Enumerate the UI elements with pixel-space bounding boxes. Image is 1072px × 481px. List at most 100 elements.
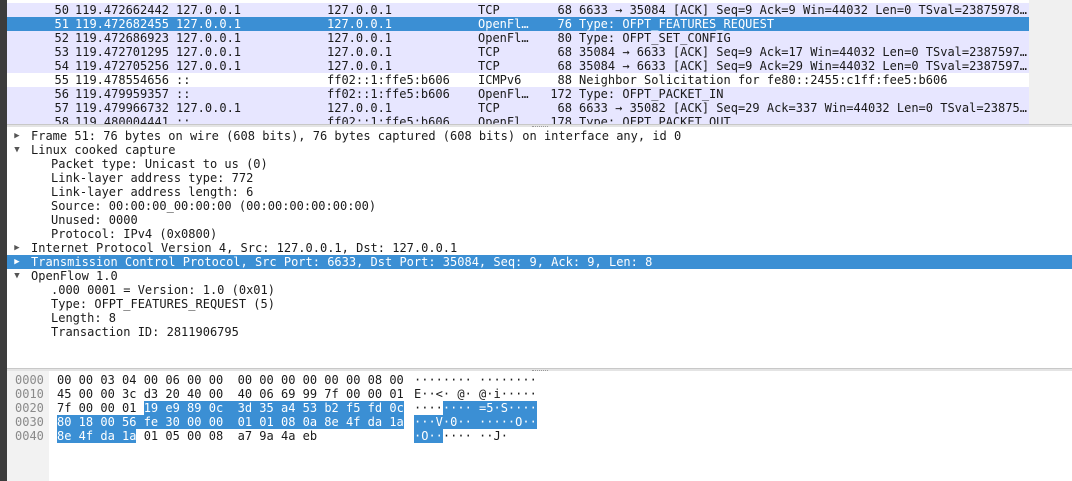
packet-source: ::	[176, 73, 191, 87]
detail-tree-item[interactable]: Transaction ID: 2811906795	[7, 325, 1072, 339]
packet-protocol: OpenFl…	[478, 87, 529, 101]
hex-bytes[interactable]: 45 00 00 3c d3 20 40 00 40 06 69 99 7f 0…	[57, 387, 404, 401]
detail-tree-item[interactable]: ▶ Frame 51: 76 bytes on wire (608 bits), …	[7, 129, 1072, 143]
left-edge-bar	[0, 0, 7, 481]
hex-highlight[interactable]: 8e 4f da 1a	[57, 429, 137, 443]
packet-length: 68	[557, 3, 572, 17]
detail-text: Link-layer address length: 6	[51, 185, 254, 199]
ascii-segment[interactable]: ····	[414, 401, 443, 415]
packet-details-pane[interactable]: ▶ Frame 51: 76 bytes on wire (608 bits), …	[7, 127, 1072, 369]
expanded-arrow-icon[interactable]: ▼	[11, 143, 23, 157]
ascii-segment[interactable]: ···· ··J·	[443, 429, 508, 443]
packet-number: 52	[54, 31, 69, 45]
packet-row[interactable]: 52 119.472686923 127.0.0.1 127.0.0.1 OpenFl……	[7, 31, 1029, 45]
packet-list-scroll-area[interactable]	[1029, 0, 1072, 125]
hex-segment[interactable]: 01 05 00 08 a7 9a 4a eb	[136, 429, 317, 443]
ascii-bytes[interactable]: ········ ········	[414, 373, 537, 387]
packet-protocol: TCP	[478, 45, 500, 59]
packet-info: Type: OFPT_SET_CONFIG	[579, 31, 731, 45]
hex-segment[interactable]: 00 00 03 04 00 06 00 00 00 00 00 00 00 0…	[57, 373, 404, 387]
detail-tree-item[interactable]: Type: OFPT_FEATURES_REQUEST (5)	[7, 297, 1072, 311]
bytes-row[interactable]: 0020 7f 00 00 01 19 e9 89 0c 3d 35 a4 53 …	[7, 401, 1072, 415]
packet-row[interactable]: 53 119.472701295 127.0.0.1 127.0.0.1 TCP 68 35…	[7, 45, 1029, 59]
byte-offset: 0040	[15, 429, 44, 443]
detail-tree-item[interactable]: Link-layer address length: 6	[7, 185, 1072, 199]
packet-number: 50	[54, 3, 69, 17]
packet-row[interactable]: 54 119.472705256 127.0.0.1 127.0.0.1 TCP 68 35…	[7, 59, 1029, 73]
hex-bytes[interactable]: 00 00 03 04 00 06 00 00 00 00 00 00 00 0…	[57, 373, 404, 387]
expanded-arrow-icon[interactable]: ▼	[11, 269, 23, 283]
detail-text: Linux cooked capture	[31, 143, 176, 157]
bytes-row[interactable]: 0000 00 00 03 04 00 06 00 00 00 00 00 00 …	[7, 373, 1072, 387]
packet-number: 56	[54, 87, 69, 101]
packet-time: 119.472705256	[75, 59, 169, 73]
packet-protocol: OpenFl…	[478, 17, 529, 31]
detail-tree-item[interactable]: Protocol: IPv4 (0x0800)	[7, 227, 1072, 241]
detail-tree-item[interactable]: .000 0001 = Version: 1.0 (0x01)	[7, 283, 1072, 297]
detail-tree-item[interactable]: Link-layer address type: 772	[7, 171, 1072, 185]
packet-number: 55	[54, 73, 69, 87]
hex-highlight[interactable]: 80 18 00 56 fe 30 00 00 01 01 08 0a 8e 4…	[57, 415, 404, 429]
packet-bytes-pane[interactable]: 0000 00 00 03 04 00 06 00 00 00 00 00 00 …	[7, 371, 1072, 481]
detail-tree-item[interactable]: ▼ Linux cooked capture	[7, 143, 1072, 157]
packet-row[interactable]: 50 119.472662442 127.0.0.1 127.0.0.1 TCP 68 66…	[7, 3, 1029, 17]
packet-destination: ff02::1:ffe5:b606	[327, 87, 450, 101]
detail-text: Type: OFPT_FEATURES_REQUEST (5)	[51, 297, 275, 311]
hex-highlight[interactable]: 19 e9 89 0c 3d 35 a4 53 b2 f5 fd 0c	[143, 401, 404, 415]
packet-row[interactable]: 51 119.472682455 127.0.0.1 127.0.0.1 OpenFl……	[7, 17, 1029, 31]
bytes-row[interactable]: 0010 45 00 00 3c d3 20 40 00 40 06 69 99 …	[7, 387, 1072, 401]
packet-row[interactable]: 56 119.479959357:: ff02::1:ffe5:b606 OpenFl…	[7, 87, 1029, 101]
packet-number: 53	[54, 45, 69, 59]
detail-text: Source: 00:00:00_00:00:00 (00:00:00:00:0…	[51, 199, 377, 213]
hex-segment[interactable]: 7f 00 00 01	[57, 401, 144, 415]
packet-source: ::	[176, 87, 191, 101]
detail-text: Unused: 0000	[51, 213, 138, 227]
collapsed-arrow-icon[interactable]: ▶	[11, 255, 23, 269]
packet-protocol: TCP	[478, 59, 500, 73]
detail-tree-item[interactable]: Packet type: Unicast to us (0)	[7, 157, 1072, 171]
detail-tree-item[interactable]: ▼ OpenFlow 1.0	[7, 269, 1072, 283]
detail-text: Length: 8	[51, 311, 117, 325]
ascii-segment[interactable]: E··<· @· @·i·····	[414, 387, 537, 401]
detail-tree-item[interactable]: ▶ Transmission Control Protocol, Src Port…	[7, 255, 1072, 269]
hex-bytes[interactable]: 8e 4f da 1a 01 05 00 08 a7 9a 4a eb	[57, 429, 317, 443]
byte-offset: 0020	[15, 401, 44, 415]
collapsed-arrow-icon[interactable]: ▶	[11, 129, 23, 143]
collapsed-arrow-icon[interactable]: ▶	[11, 241, 23, 255]
ascii-segment[interactable]: ········ ········	[414, 373, 537, 387]
detail-tree-item[interactable]: Length: 8	[7, 311, 1072, 325]
bytes-row[interactable]: 0040 8e 4f da 1a 01 05 00 08 a7 9a 4a eb ·…	[7, 429, 1072, 443]
detail-text: Link-layer address type: 772	[51, 171, 254, 185]
packet-length: 88	[557, 73, 572, 87]
packet-info: 6633 → 35084 [ACK] Seq=9 Ack=9 Win=44032…	[579, 3, 1027, 17]
ascii-bytes[interactable]: ·O······ ··J·	[414, 429, 508, 443]
ascii-highlight[interactable]: ···V·0·· ·····O··	[414, 415, 537, 429]
ascii-bytes[interactable]: ········ =5·S····	[414, 401, 537, 415]
hex-bytes[interactable]: 7f 00 00 01 19 e9 89 0c 3d 35 a4 53 b2 f…	[57, 401, 404, 415]
ascii-highlight[interactable]: ···· =5·S····	[442, 401, 537, 415]
hex-segment[interactable]: 45 00 00 3c d3 20 40 00 40 06 69 99 7f 0…	[57, 387, 404, 401]
detail-tree-item[interactable]: Unused: 0000	[7, 213, 1072, 227]
hex-bytes[interactable]: 80 18 00 56 fe 30 00 00 01 01 08 0a 8e 4…	[57, 415, 404, 429]
ascii-bytes[interactable]: ···V·0·· ·····O··	[414, 415, 537, 429]
bytes-row[interactable]: 0030 80 18 00 56 fe 30 00 00 01 01 08 0a …	[7, 415, 1072, 429]
packet-list-pane[interactable]: 50 119.472662442 127.0.0.1 127.0.0.1 TCP 68 66…	[7, 0, 1072, 125]
packet-length: 68	[557, 101, 572, 115]
packet-source: 127.0.0.1	[176, 101, 242, 115]
packet-row[interactable]: 57 119.479966732 127.0.0.1 127.0.0.1 TCP 68 66…	[7, 101, 1029, 115]
ascii-highlight[interactable]: ·O··	[414, 429, 443, 443]
packet-source: 127.0.0.1	[176, 59, 242, 73]
packet-number: 57	[54, 101, 69, 115]
ascii-bytes[interactable]: E··<· @· @·i·····	[414, 387, 537, 401]
packet-row[interactable]: 55 119.478554656:: ff02::1:ffe5:b606 ICMPv6…	[7, 73, 1029, 87]
packet-time: 119.472701295	[75, 45, 169, 59]
detail-tree-item[interactable]: Source: 00:00:00_00:00:00 (00:00:00:00:0…	[7, 199, 1072, 213]
packet-destination: 127.0.0.1	[327, 45, 393, 59]
detail-text: Packet type: Unicast to us (0)	[51, 157, 268, 171]
detail-text: Transaction ID: 2811906795	[51, 325, 239, 339]
packet-source: 127.0.0.1	[176, 31, 242, 45]
packet-time: 119.472686923	[75, 31, 169, 45]
detail-tree-item[interactable]: ▶ Internet Protocol Version 4, Src: 127.0…	[7, 241, 1072, 255]
packet-length: 68	[557, 59, 572, 73]
packet-length: 76	[557, 17, 572, 31]
